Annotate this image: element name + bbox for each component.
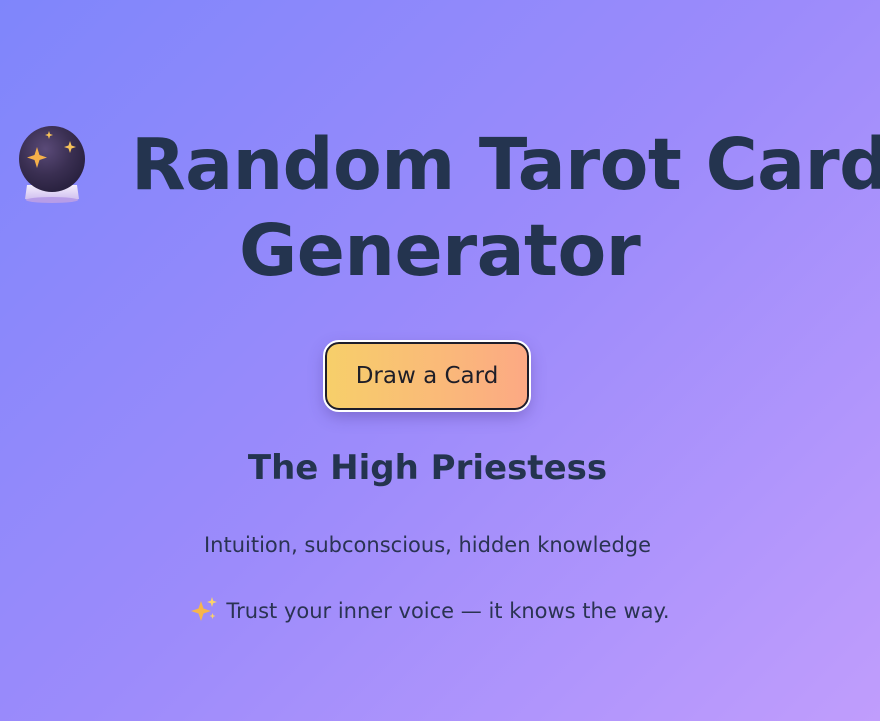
card-name: The High Priestess xyxy=(247,448,608,488)
draw-card-button[interactable]: Draw a Card xyxy=(323,340,531,412)
card-advice: Trust your inner voice — it knows the wa… xyxy=(0,596,860,623)
card-advice-text: Trust your inner voice — it knows the wa… xyxy=(226,599,670,623)
card-meaning: Intuition, subconscious, hidden knowledg… xyxy=(203,533,652,557)
page-title-line2: Generator xyxy=(239,209,641,292)
page-title-line1: Random Tarot Card xyxy=(131,123,880,206)
page-title: Random Tarot Card Generator xyxy=(0,122,880,292)
sparkles-icon xyxy=(191,597,218,621)
